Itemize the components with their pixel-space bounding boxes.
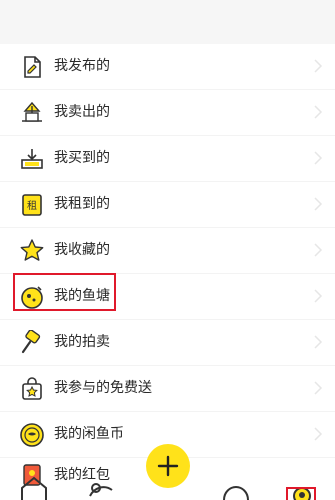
menu-item-sold[interactable]: 我卖出的: [0, 90, 335, 136]
sell-icon: [19, 100, 45, 126]
menu-item-label: 我收藏的: [54, 242, 110, 258]
chevron-right-icon: [313, 104, 323, 120]
coin-icon: [19, 422, 45, 448]
menu-item-free-giveaway[interactable]: 我参与的免费送: [0, 366, 335, 412]
menu-item-label: 我的鱼塘: [54, 288, 110, 304]
bought-icon: [19, 146, 45, 172]
chevron-right-icon: [313, 334, 323, 350]
home-icon[interactable]: [14, 462, 54, 500]
menu-item-label: 我参与的免费送: [54, 380, 152, 396]
menu-item-fish-pond[interactable]: 我的鱼塘: [0, 274, 335, 320]
chevron-right-icon: [313, 150, 323, 166]
menu-item-bought[interactable]: 我买到的: [0, 136, 335, 182]
menu-item-label: 我的拍卖: [54, 334, 110, 350]
menu-item-auction[interactable]: 我的拍卖: [0, 320, 335, 366]
rent-icon-text: 租: [27, 199, 37, 212]
publish-plus-icon: [157, 455, 179, 477]
chevron-right-icon: [313, 426, 323, 442]
menu-item-published[interactable]: 我发布的: [0, 44, 335, 90]
document-icon: [19, 54, 45, 80]
menu-item-label: 我发布的: [54, 58, 110, 74]
message-icon[interactable]: [216, 462, 256, 500]
auction-hammer-icon: [19, 330, 45, 356]
chevron-right-icon: [313, 58, 323, 74]
menu-item-label: 我的闲鱼币: [54, 426, 124, 442]
chevron-right-icon: [313, 196, 323, 212]
chevron-right-icon: [313, 288, 323, 304]
rent-icon: 租: [19, 192, 45, 218]
gift-bag-icon: [19, 376, 45, 402]
fish-pond-icon: [19, 284, 45, 310]
menu-item-rented[interactable]: 租 我租到的: [0, 182, 335, 228]
menu-item-label: 我租到的: [54, 196, 110, 212]
menu-item-label: 我卖出的: [54, 104, 110, 120]
top-spacer: [0, 0, 335, 44]
chevron-right-icon: [313, 242, 323, 258]
menu-item-label: 我买到的: [54, 150, 110, 166]
fish-icon[interactable]: [82, 462, 122, 500]
star-icon: [19, 238, 45, 264]
profile-tab-highlight: [286, 487, 316, 500]
menu-item-favorites[interactable]: 我收藏的: [0, 228, 335, 274]
publish-plus-button[interactable]: [146, 444, 190, 488]
profile-menu-list: 我发布的 我卖出的 我买到的 租 我租到的 我收藏的 我的鱼塘 我的拍卖 我参与…: [0, 44, 335, 458]
chevron-right-icon: [313, 380, 323, 396]
